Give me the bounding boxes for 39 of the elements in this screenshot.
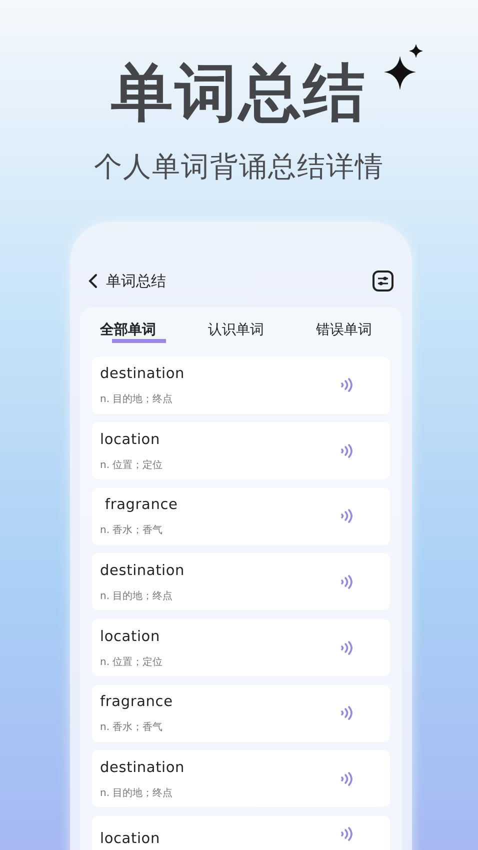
word-text: destination xyxy=(100,366,185,384)
tab[interactable]: 认识单词 xyxy=(208,320,274,343)
word-definition: n. 目的地；终点 xyxy=(100,590,173,604)
word-text: location xyxy=(100,628,160,646)
hero-title: 单词总结 xyxy=(111,62,367,124)
sound-icon[interactable] xyxy=(340,705,354,722)
word-text: fragrance xyxy=(104,497,178,515)
page-title: 单词总结 xyxy=(106,271,166,292)
tab[interactable]: 错误单词 xyxy=(316,320,382,343)
word-definition: n. 目的地；终点 xyxy=(100,392,173,408)
word-definition: n. 位置；定位 xyxy=(100,656,163,670)
word-card[interactable]: location xyxy=(92,816,390,850)
word-card[interactable]: destination n. 目的地；终点 xyxy=(92,356,390,414)
settings-icon[interactable] xyxy=(372,270,394,292)
word-card[interactable]: location n. 位置；定位 xyxy=(92,422,390,480)
hero-subtitle: 个人单词背诵总结详情 xyxy=(94,149,384,185)
word-definition: n. 目的地；终点 xyxy=(100,786,173,801)
tab[interactable]: 全部单词 xyxy=(100,320,166,343)
word-card[interactable]: destination n. 目的地；终点 xyxy=(92,750,390,808)
word-card[interactable]: destination n. 目的地；终点 xyxy=(92,553,390,610)
word-card[interactable]: fragrance n. 香水；香气 xyxy=(92,488,390,545)
word-text: location xyxy=(100,432,160,450)
word-definition: n. 香水；香气 xyxy=(100,720,163,736)
sound-icon[interactable] xyxy=(340,640,354,656)
sound-icon[interactable] xyxy=(340,770,354,787)
word-text: fragrance xyxy=(100,694,173,712)
sound-icon[interactable] xyxy=(340,377,354,394)
word-text: location xyxy=(100,830,160,848)
word-text: destination xyxy=(100,562,185,580)
word-definition: n. 香水；香气 xyxy=(100,524,163,538)
sound-icon[interactable] xyxy=(340,574,354,590)
word-card[interactable]: location n. 位置；定位 xyxy=(92,619,390,676)
word-text: destination xyxy=(100,760,185,778)
word-card[interactable]: fragrance n. 香水；香气 xyxy=(92,684,390,742)
back-icon[interactable] xyxy=(88,273,98,290)
sound-icon[interactable] xyxy=(340,826,354,842)
sound-icon[interactable] xyxy=(340,508,354,524)
sound-icon[interactable] xyxy=(340,442,354,459)
word-definition: n. 位置；定位 xyxy=(100,458,163,473)
